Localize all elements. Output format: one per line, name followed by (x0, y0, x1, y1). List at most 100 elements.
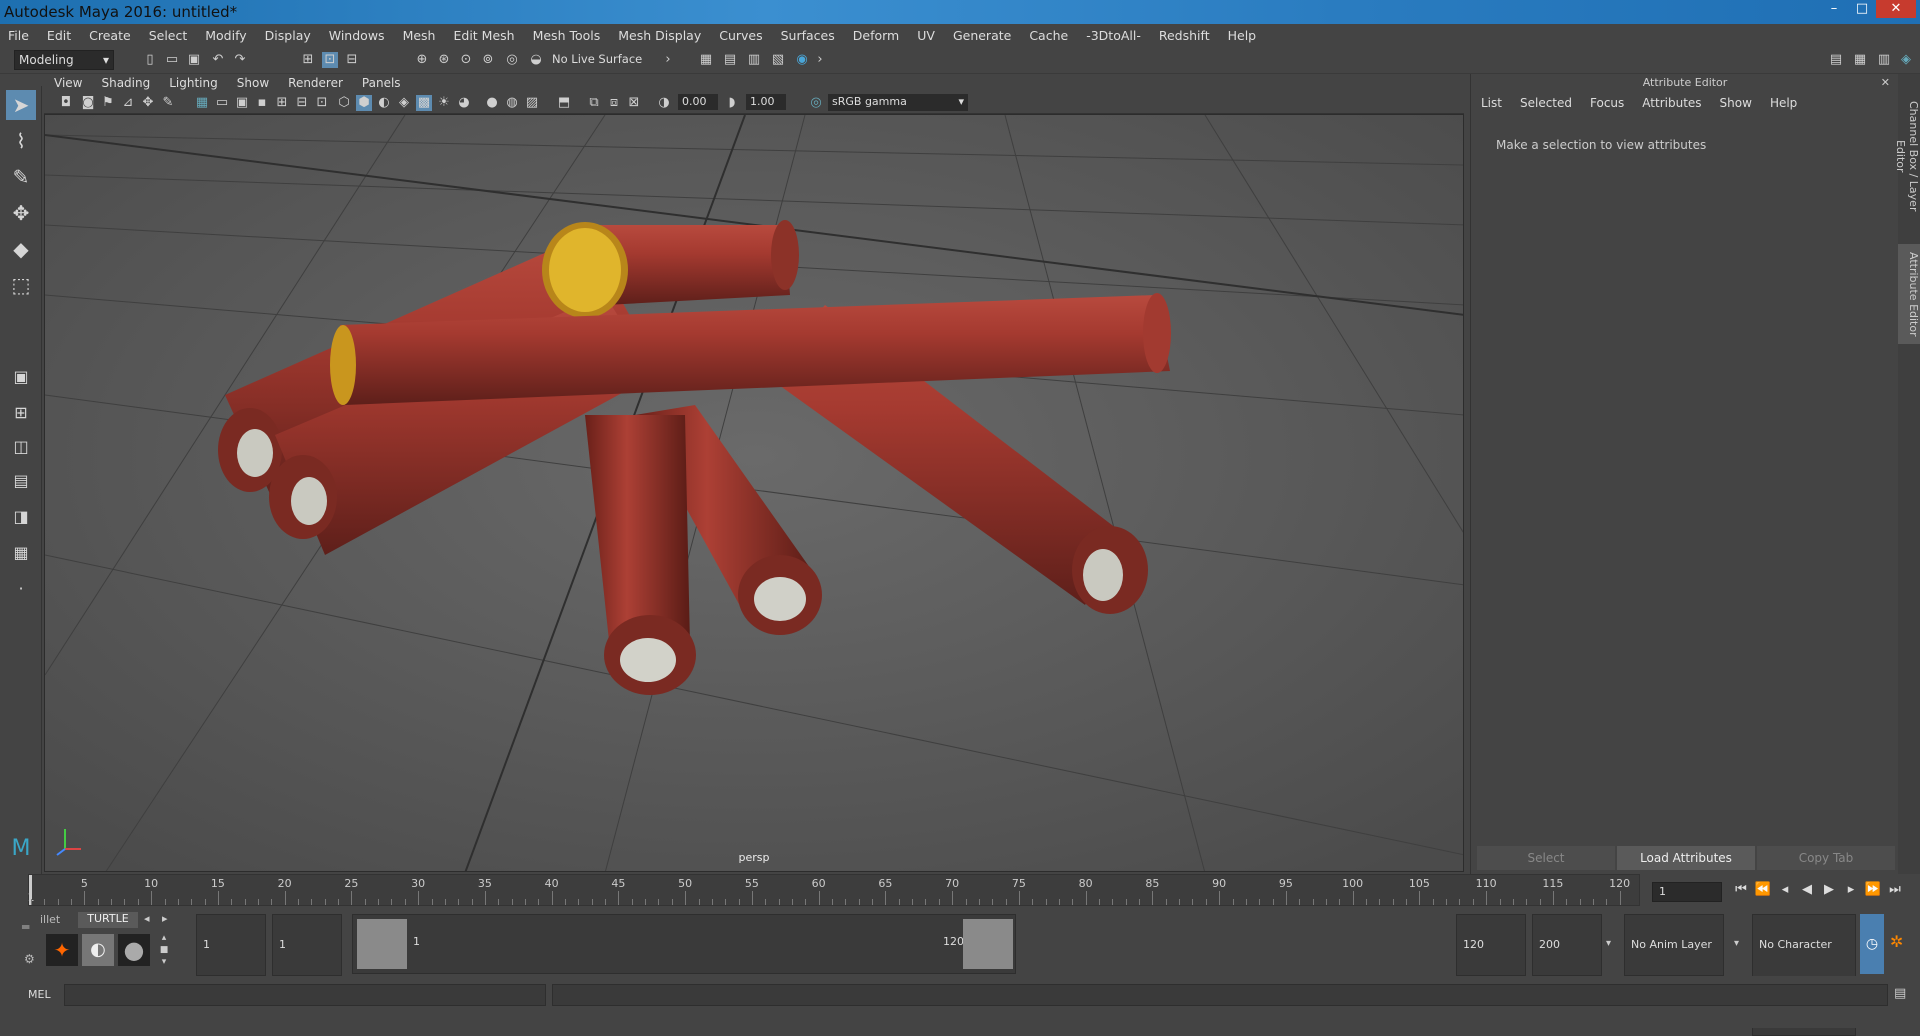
outliner-layout-icon[interactable]: ◨ (6, 502, 36, 532)
xray-joints-icon[interactable]: ⧈ (606, 95, 622, 111)
chevron-right-icon[interactable]: › (660, 52, 676, 68)
camera-attributes-icon[interactable]: ◙ (80, 95, 96, 111)
go-to-end-icon[interactable]: ⏭ (1884, 882, 1906, 897)
menu-curves[interactable]: Curves (719, 28, 762, 43)
wireframe-icon[interactable]: ⬡ (336, 95, 352, 111)
range-start-handle[interactable] (357, 919, 407, 969)
turtle-sphere-icon[interactable]: ● (118, 934, 150, 966)
step-back-frame-icon[interactable]: ◂ (1774, 882, 1796, 897)
attribute-editor-tab[interactable]: Attribute Editor (1898, 244, 1920, 344)
resolution-gate-icon[interactable]: ▣ (234, 95, 250, 111)
close-button[interactable]: ✕ (1876, 0, 1916, 18)
perspective-viewport[interactable]: persp (44, 114, 1464, 872)
tool-settings-icon[interactable]: ▥ (1876, 52, 1892, 68)
channel-box-tab[interactable]: Channel Box / Layer Editor (1894, 86, 1920, 226)
safe-title-icon[interactable]: ⊡ (314, 95, 330, 111)
chevron-right-icon[interactable]: › (812, 52, 828, 68)
viewport-menu-panels[interactable]: Panels (362, 76, 401, 90)
anim-layer-dropdown[interactable]: No Anim Layer (1624, 914, 1724, 976)
render-view-icon[interactable]: ▦ (698, 52, 714, 68)
exposure-field[interactable]: 0.00 (678, 94, 718, 110)
new-scene-icon[interactable]: ▯ (142, 52, 158, 68)
open-scene-icon[interactable]: ▭ (164, 52, 180, 68)
camera-select-icon[interactable]: ◘ (58, 95, 74, 111)
xray-icon[interactable]: ⧉ (586, 95, 602, 111)
isolate-select-icon[interactable]: ⬒ (556, 95, 572, 111)
snap-point-icon[interactable]: ⊙ (458, 52, 474, 68)
command-input[interactable] (64, 984, 546, 1006)
persp-outliner-layout-icon[interactable]: ▤ (6, 466, 36, 496)
step-forward-frame-icon[interactable]: ▸ (1840, 882, 1862, 897)
shelf-scroll-icon[interactable]: ▴ ■ ▾ (158, 932, 170, 968)
bookmark-icon[interactable]: ⚑ (100, 95, 116, 111)
viewport-menu-show[interactable]: Show (237, 76, 269, 90)
menu-display[interactable]: Display (265, 28, 311, 43)
viewport-menu-lighting[interactable]: Lighting (169, 76, 218, 90)
undo-icon[interactable]: ↶ (210, 52, 226, 68)
menu-edit[interactable]: Edit (47, 28, 71, 43)
play-backwards-icon[interactable]: ◀ (1796, 882, 1818, 897)
gamma-icon[interactable]: ◗ (724, 95, 740, 111)
snap-curve-icon[interactable]: ⊛ (436, 52, 452, 68)
wireframe-on-shaded-icon[interactable]: ◈ (396, 95, 412, 111)
step-forward-key-icon[interactable]: ⏩ (1862, 882, 1884, 897)
turtle-bake-icon[interactable]: ◐ (82, 934, 114, 966)
redo-icon[interactable]: ↷ (232, 52, 248, 68)
snap-surface-icon[interactable]: ◎ (504, 52, 520, 68)
collapse-toolbox-icon[interactable]: · (6, 574, 36, 604)
attr-menu-help[interactable]: Help (1770, 96, 1797, 110)
close-panel-icon[interactable]: ✕ (1881, 76, 1890, 89)
lasso-tool-icon[interactable]: ⌇ (6, 126, 36, 156)
viewport-menu-renderer[interactable]: Renderer (288, 76, 343, 90)
menu-3dtoall[interactable]: -3DtoAll- (1086, 28, 1141, 43)
step-back-key-icon[interactable]: ⏪ (1752, 882, 1774, 897)
range-end-handle[interactable] (963, 919, 1013, 969)
copy-tab-button[interactable]: Copy Tab (1757, 846, 1895, 870)
menu-deform[interactable]: Deform (853, 28, 899, 43)
shelf-tabs-right-icon[interactable]: ▸ (162, 912, 168, 925)
snap-view-icon[interactable]: ⊚ (480, 52, 496, 68)
move-tool-icon[interactable]: ✥ (6, 198, 36, 228)
menu-surfaces[interactable]: Surfaces (781, 28, 835, 43)
menu-edit-mesh[interactable]: Edit Mesh (453, 28, 514, 43)
gamma-field[interactable]: 1.00 (746, 94, 786, 110)
scene-start-field[interactable]: 1 (196, 914, 266, 976)
grid-icon[interactable]: ▦ (194, 95, 210, 111)
attr-menu-list[interactable]: List (1481, 96, 1502, 110)
shelf-tab-turtle[interactable]: TURTLE (78, 912, 138, 928)
attr-menu-show[interactable]: Show (1720, 96, 1752, 110)
menu-generate[interactable]: Generate (953, 28, 1011, 43)
shadows-icon[interactable]: ◕ (456, 95, 472, 111)
select-tool-icon[interactable]: ➤ (6, 90, 36, 120)
menu-mesh[interactable]: Mesh (403, 28, 436, 43)
single-perspective-layout-icon[interactable]: ▣ (6, 362, 36, 392)
film-gate-icon[interactable]: ▭ (214, 95, 230, 111)
menu-file[interactable]: File (8, 28, 29, 43)
menu-create[interactable]: Create (89, 28, 131, 43)
menu-help[interactable]: Help (1228, 28, 1257, 43)
image-plane-icon[interactable]: ⊿ (120, 95, 136, 111)
anti-aliasing-icon[interactable]: ▨ (524, 95, 540, 111)
attribute-editor-toggle-icon[interactable]: ▦ (1852, 52, 1868, 68)
playback-end-field[interactable]: 120 (1456, 914, 1526, 976)
channel-box-toggle-icon[interactable]: ◈ (1898, 52, 1914, 68)
maximize-button[interactable]: □ (1848, 0, 1876, 18)
smooth-shade-icon[interactable]: ⬢ (356, 95, 372, 111)
shelf-tabs-left-icon[interactable]: ◂ (144, 912, 150, 925)
render-frame-icon[interactable]: ▤ (722, 52, 738, 68)
script-editor-icon[interactable]: ▤ (1894, 986, 1906, 1001)
scale-tool-icon[interactable]: ⬚ (6, 270, 36, 300)
go-to-start-icon[interactable]: ⏮ (1730, 882, 1752, 897)
menu-modify[interactable]: Modify (205, 28, 246, 43)
auto-key-icon[interactable]: ◷ (1860, 914, 1884, 974)
range-slider[interactable]: 1 120 (352, 914, 1016, 974)
menu-redshift[interactable]: Redshift (1159, 28, 1210, 43)
modeling-toolkit-icon[interactable]: ▤ (1828, 52, 1844, 68)
mode-dropdown[interactable]: Modeling ▾ (14, 50, 114, 70)
menu-uv[interactable]: UV (917, 28, 935, 43)
colorspace-dropdown[interactable]: sRGB gamma ▾ (828, 94, 968, 111)
four-view-layout-icon[interactable]: ⊞ (6, 398, 36, 428)
turtle-render-icon[interactable]: ✦ (46, 934, 78, 966)
attr-menu-attributes[interactable]: Attributes (1642, 96, 1701, 110)
select-button[interactable]: Select (1477, 846, 1615, 870)
